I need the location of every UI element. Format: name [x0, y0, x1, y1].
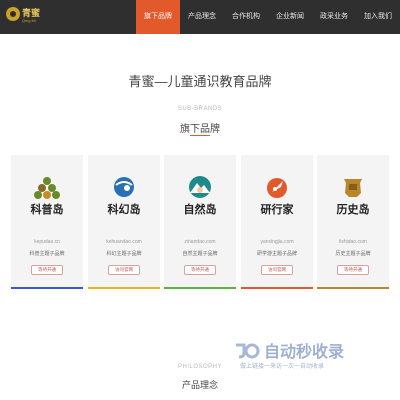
brand-card-ziriandao[interactable]: 自然岛 ziriandao.com 自然主题子品牌 等待开通 — [164, 155, 236, 289]
brand-card-yanxingjia[interactable]: 研行家 yanxingjia.com 研学游主题子品牌 访问官网 — [241, 155, 313, 289]
brand-card-lishidao[interactable]: 历史岛 lishidao.com 历史主题子品牌 等待开通 — [317, 155, 389, 289]
brand-card-kehuandao[interactable]: 科幻岛 kehuandao.com 科幻主题子品牌 访问官网 — [88, 155, 160, 289]
visit-site-button[interactable]: 访问官网 — [108, 265, 140, 275]
brand-domain: ziriandao.com — [184, 239, 216, 245]
nav-item-partners[interactable]: 合作机构 — [224, 0, 268, 34]
visit-site-button[interactable]: 访问官网 — [261, 265, 293, 275]
watermark-overlay: 自动秒收录 做上链接一来访一次一自动收录 — [230, 338, 400, 378]
brand-domain: kepudao.cn — [34, 239, 60, 245]
planet-icon — [114, 177, 134, 197]
card-accent-bar — [11, 287, 83, 289]
logo-icon — [6, 7, 20, 21]
page-title: 青蜜—儿童通识教育品牌 — [128, 74, 272, 89]
brand-description: 自然主题子品牌 — [182, 251, 218, 257]
watermark-subtitle: 做上链接一来访一次一自动收录 — [240, 364, 325, 370]
brand-logo[interactable]: 青蜜 Qing Mi — [6, 5, 46, 29]
waiting-open-button[interactable]: 等待开通 — [31, 265, 63, 275]
pot-icon — [344, 179, 362, 197]
brand-description: 科幻主题子品牌 — [106, 251, 142, 257]
nav-item-join-us[interactable]: 加入我们 — [356, 0, 400, 34]
waiting-open-button[interactable]: 等待开通 — [337, 265, 369, 275]
card-accent-bar — [88, 287, 160, 289]
brand-domain: yanxingjia.com — [260, 239, 294, 245]
waiting-open-button[interactable]: 等待开通 — [184, 265, 216, 275]
nav-item-government[interactable]: 政采业务 — [312, 0, 356, 34]
brand-name: 自然岛 — [183, 204, 217, 216]
brand-domain: kehuandao.com — [106, 239, 142, 245]
brands-section-title: 旗下品牌 — [180, 124, 220, 135]
philosophy-section-title: 产品理念 — [181, 380, 218, 390]
top-navigation-bar: 青蜜 Qing Mi 旗下品牌 产品理念 合作机构 企业新闻 政采业务 加入我们 — [0, 0, 400, 34]
nav-item-philosophy[interactable]: 产品理念 — [180, 0, 224, 34]
tree-icon — [34, 177, 60, 199]
rocket-icon — [267, 178, 287, 198]
brand-name: 历史岛 — [336, 204, 370, 216]
nav-item-brands[interactable]: 旗下品牌 — [136, 0, 180, 34]
main-nav: 旗下品牌 产品理念 合作机构 企业新闻 政采业务 加入我们 — [136, 0, 400, 34]
watermark-title: 自动秒收录 — [264, 344, 345, 361]
brand-name: 研行家 — [260, 204, 294, 216]
brand-domain: lishidao.com — [339, 239, 367, 245]
brand-description: 科普主题子品牌 — [29, 251, 65, 257]
brand-cards: 科普岛 kepudao.cn 科普主题子品牌 等待开通 科幻岛 kehuanda… — [11, 155, 389, 289]
nav-item-news[interactable]: 企业新闻 — [268, 0, 312, 34]
brand-card-kepudao[interactable]: 科普岛 kepudao.cn 科普主题子品牌 等待开通 — [11, 155, 83, 289]
brand-name: 科普岛 — [30, 204, 64, 216]
card-accent-bar — [164, 287, 236, 289]
brand-name: 科幻岛 — [107, 204, 141, 216]
card-accent-bar — [241, 287, 313, 289]
brands-section-en-label: SUB-BRANDS — [177, 106, 223, 112]
mountain-icon — [189, 176, 211, 198]
brand-description: 历史主题子品牌 — [335, 251, 371, 257]
card-accent-bar — [317, 287, 389, 289]
section-title-underline — [190, 135, 210, 136]
logo-subtext: Qing Mi — [22, 18, 36, 23]
watermark-logo-icon — [236, 343, 260, 359]
brand-description: 研学游主题子品牌 — [256, 251, 297, 257]
